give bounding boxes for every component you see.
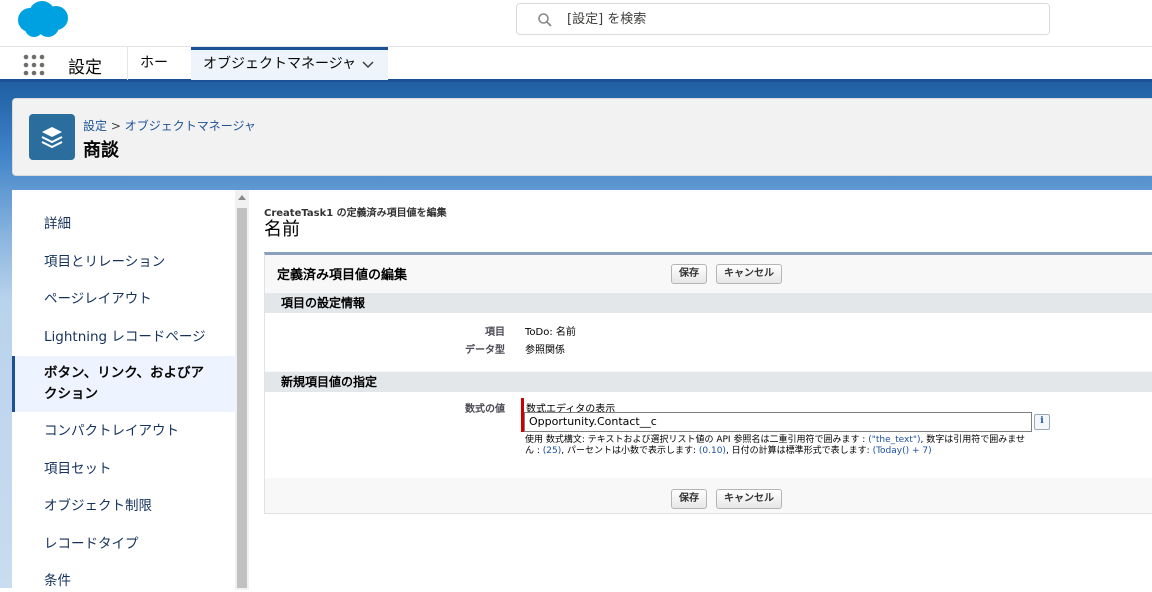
save-button-bottom[interactable]: 保存 [671,489,707,509]
page-header: 設定 > オブジェクトマネージャ 商談 [12,98,1152,176]
section-field-info-header: 項目の設定情報 [265,293,1152,313]
tab-object-manager-label: オブジェクトマネージャ [203,56,357,72]
sidebar-item-page-layouts[interactable]: ページレイアウト [12,289,235,310]
layers-icon [41,127,63,149]
formula-value-label: 数式の値 [465,404,505,415]
section-new-value-header: 新規項目値の指定 [265,372,1152,392]
field-label: 項目 [485,327,505,338]
sidebar-item-buttons-links-actions[interactable]: ボタン、リンク、およびアクション [12,356,235,412]
content-panel: 詳細 項目とリレーション ページレイアウト Lightning レコードページ … [12,190,1152,590]
save-button-top[interactable]: 保存 [671,264,707,284]
sidebar: 詳細 項目とリレーション ページレイアウト Lightning レコードページ … [12,190,235,590]
hint-code-percent: (0.10) [698,446,726,456]
breadcrumb-separator: > [110,119,121,133]
app-launcher-icon[interactable] [22,53,46,77]
breadcrumb-object-manager[interactable]: オブジェクトマネージャ [125,119,256,133]
sidebar-item-compact-layouts[interactable]: コンパクトレイアウト [12,421,235,442]
cancel-button-top[interactable]: キャンセル [716,264,782,284]
sidebar-item-record-types[interactable]: レコードタイプ [12,534,235,555]
scroll-thumb[interactable] [237,208,247,588]
sidebar-item-object-limits[interactable]: オブジェクト制限 [12,496,235,517]
formula-hint: 使用 数式構文: テキストおよび選択リスト値の API 参照名は二重引用符で囲み… [525,435,1031,457]
breadcrumb-setup[interactable]: 設定 [83,119,107,133]
global-search[interactable] [516,3,1050,35]
hint-text-1: 使用 数式構文: テキストおよび選択リスト値の API 参照名は二重引用符で囲み… [525,435,869,445]
hint-code-date: (Today() + 7) [872,446,932,456]
hint-code-text: ("the_text") [868,435,921,445]
sidebar-item-fields-relationships[interactable]: 項目とリレーション [12,252,235,273]
main-area: CreateTask1 の定義済み項目値を編集 名前 定義済み項目値の編集 保存… [264,190,1152,590]
info-icon[interactable]: i [1034,414,1050,430]
search-input[interactable] [567,9,1027,29]
data-type-value: 参照関係 [525,345,565,356]
sidebar-item-conditions[interactable]: 条件 [12,571,235,592]
sidebar-item-lightning-record-pages[interactable]: Lightning レコードページ [12,327,235,348]
hint-code-number: (25) [542,446,562,456]
data-type-label: データ型 [465,345,505,356]
chevron-down-icon[interactable] [362,60,374,70]
formula-input[interactable]: Opportunity.Contact__c [524,412,1032,432]
page-title: 商談 [83,140,119,161]
section-field-info: 項目 ToDo: 名前 データ型 参照関係 [265,313,1152,371]
nav-bar: 設定 ホーム オブジェクトマネージャ [0,46,1152,104]
salesforce-cloud-logo[interactable] [14,0,74,40]
edit-form: 定義済み項目値の編集 保存 キャンセル 項目の設定情報 項目 ToDo: 名前 … [264,252,1152,514]
cancel-button-bottom[interactable]: キャンセル [716,489,782,509]
field-title: 名前 [264,219,300,240]
section-new-value: 数式の値 数式エディタの表示 Opportunity.Contact__c i … [265,392,1152,478]
breadcrumb: 設定 > オブジェクトマネージャ [83,117,256,134]
tab-home[interactable]: ホーム [127,47,191,104]
field-value: ToDo: 名前 [525,327,576,338]
sidebar-item-details[interactable]: 詳細 [12,214,235,235]
form-title: 定義済み項目値の編集 [277,268,408,283]
sidebar-scrollbar[interactable] [235,190,249,590]
sidebar-item-field-sets[interactable]: 項目セット [12,459,235,480]
hint-text-4: , 日付の計算は標準形式で表します: [725,446,873,456]
global-header [0,0,1152,46]
hint-text-3: , パーセントは小数で表示します: [561,446,699,456]
search-icon [538,13,552,27]
tab-object-manager[interactable]: オブジェクトマネージャ [191,47,388,80]
object-icon [29,114,75,160]
scroll-up-arrow-icon[interactable] [238,195,246,200]
app-name: 設定 [68,58,102,78]
